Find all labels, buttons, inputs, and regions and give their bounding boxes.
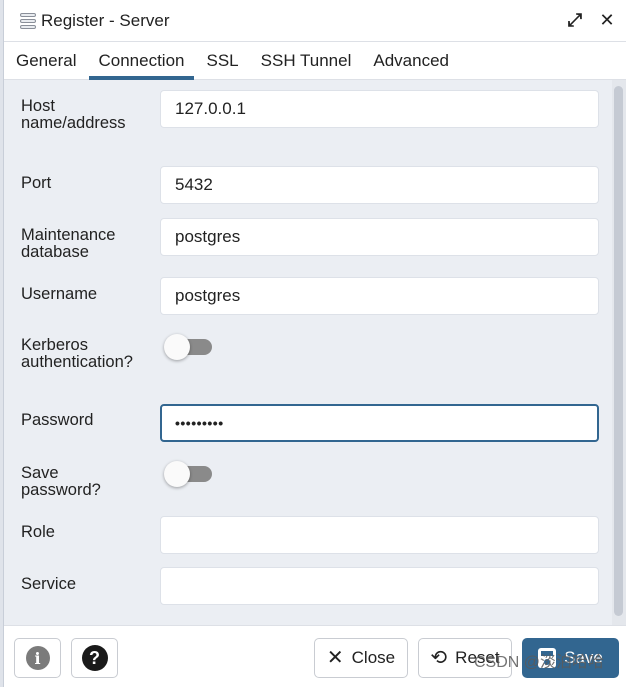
help-icon: ? [81,645,108,671]
reset-icon: ⟲ [430,647,448,669]
username-input[interactable]: postgres [160,277,599,315]
dialog-titlebar[interactable]: Register - Server ⤢ ✕ [4,0,626,42]
host-input[interactable]: 127.0.0.1 [160,90,599,128]
reset-button[interactable]: ⟲ Reset [418,638,512,678]
kerberos-label: Kerberos authentication? [21,336,133,371]
save-button[interactable]: Save [522,638,619,678]
dialog-title: Register - Server [41,10,170,30]
maintenance-db-label: Maintenance database [21,226,116,261]
role-label: Role [21,523,55,541]
dialog-footer: i ? ✕ Close ⟲ Reset Save [4,625,626,687]
tab-ssh-tunnel[interactable]: SSH Tunnel [252,51,361,79]
tab-connection[interactable]: Connection [89,51,194,80]
close-button-label: Close [351,648,396,667]
username-label: Username [21,285,98,303]
save-password-label: Save password? [21,464,101,499]
toggle-knob [164,334,190,360]
server-icon [20,12,36,29]
close-icon[interactable]: ✕ [598,10,616,30]
password-label: Password [21,411,94,429]
scrollbar-thumb[interactable] [614,86,623,616]
tab-ssl[interactable]: SSL [198,51,248,79]
tab-bar: General Connection SSL SSH Tunnel Advanc… [4,42,626,80]
info-button[interactable]: i [14,638,61,678]
password-input[interactable]: ••••••••• [160,404,599,442]
maintenance-db-input[interactable]: postgres [160,218,599,256]
tab-general[interactable]: General [7,51,85,79]
info-icon: i [25,646,50,670]
save-password-toggle[interactable] [164,461,212,487]
register-server-dialog: Register - Server ⤢ ✕ General Connection… [4,0,626,687]
save-icon [538,648,557,668]
close-icon: ✕ [326,647,344,669]
close-button[interactable]: ✕ Close [314,638,408,678]
tab-advanced[interactable]: Advanced [364,51,458,79]
service-label: Service [21,575,77,593]
help-button[interactable]: ? [71,638,118,678]
password-masked-value: ••••••••• [175,415,224,431]
connection-form: Host name/address 127.0.0.1 Port 5432 Ma… [4,80,626,625]
save-button-label: Save [564,648,603,667]
port-input[interactable]: 5432 [160,166,599,204]
service-input[interactable] [160,567,599,605]
expand-icon[interactable]: ⤢ [566,10,584,30]
host-label: Host name/address [21,97,126,132]
port-label: Port [21,174,52,192]
scrollbar-track[interactable] [612,80,626,625]
role-input[interactable] [160,516,599,554]
toggle-knob [164,461,190,487]
reset-button-label: Reset [455,648,500,667]
kerberos-toggle[interactable] [164,334,212,360]
